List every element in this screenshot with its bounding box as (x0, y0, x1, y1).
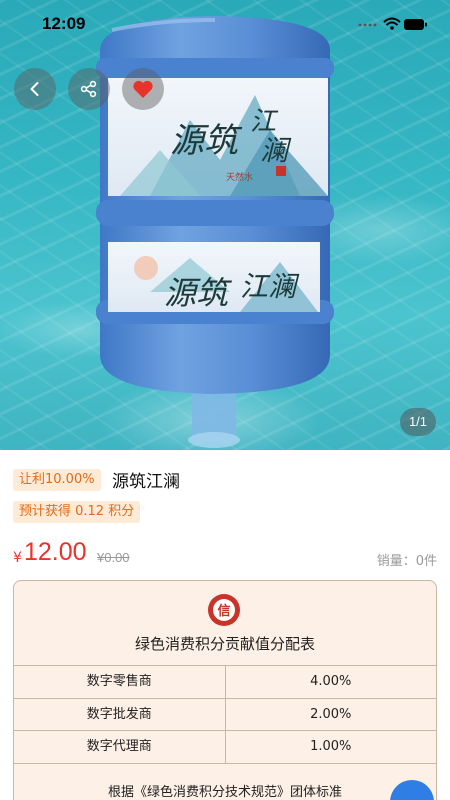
distribution-table: 数字零售商 4.00% 数字批发商 2.00% 数字代理商 1.00% (14, 665, 436, 764)
heart-icon (133, 80, 153, 98)
share-icon (80, 80, 97, 98)
percent-cell: 1.00% (224, 731, 437, 763)
role-cell: 数字代理商 (86, 739, 152, 754)
logo-char: 信 (217, 603, 230, 619)
price-row: ¥ 12.00 ¥0.00 销量：0件 (13, 538, 437, 570)
table-row: 数字零售商 4.00% (14, 666, 436, 699)
water-bottle-illustration: 源筑 江 澜 源筑 江澜 天然水 (96, 16, 334, 448)
green-consumption-logo-icon: 信 (208, 594, 240, 626)
svg-text:澜: 澜 (260, 134, 292, 167)
role-cell: 数字批发商 (86, 706, 152, 722)
svg-text:天然水: 天然水 (226, 171, 253, 183)
table-row: 数字代理商 1.00% (14, 731, 436, 764)
wifi-icon (383, 17, 401, 30)
svg-text:江: 江 (250, 107, 279, 137)
original-price: ¥0.00 (97, 550, 130, 565)
status-time: 12:09 (42, 14, 86, 33)
currency-symbol: ¥ (13, 550, 22, 566)
card-title: 绿色消费积分贡献值分配表 (134, 635, 315, 653)
status-icons (358, 17, 427, 30)
status-bar: 12:09 (0, 0, 450, 48)
chevron-left-icon (30, 82, 39, 96)
price: 12.00 (24, 538, 87, 566)
image-counter: 1/1 (400, 408, 436, 436)
role-cell: 数字零售商 (86, 674, 152, 689)
points-badge: 预计获得 0.12 积分 (13, 501, 141, 523)
svg-text:源筑: 源筑 (170, 121, 243, 161)
table-row: 数字批发商 2.00% (14, 698, 437, 731)
percent-cell: 4.00% (224, 666, 437, 698)
product-title: 源筑江澜 (112, 472, 180, 492)
favorite-button[interactable] (122, 68, 164, 110)
battery-icon (404, 19, 427, 30)
percent-cell: 2.00% (224, 698, 437, 730)
signal-icon (358, 23, 377, 27)
discount-badge: 让利10.00% (13, 469, 101, 491)
svg-text:源筑: 源筑 (164, 274, 233, 312)
card-footer: 根据《绿色消费积分技术规范》团体标准 (107, 785, 342, 800)
back-button[interactable] (14, 68, 56, 110)
svg-text:江澜: 江澜 (240, 270, 300, 303)
sales-count: 销量：0件 (376, 554, 437, 569)
product-image[interactable]: 源筑 江 澜 源筑 江澜 天然水 (0, 0, 450, 450)
contribution-card: 信 绿色消费积分贡献值分配表 数字零售商 4.00% 数字批发商 2.00% 数… (13, 580, 437, 800)
share-button[interactable] (68, 68, 110, 110)
